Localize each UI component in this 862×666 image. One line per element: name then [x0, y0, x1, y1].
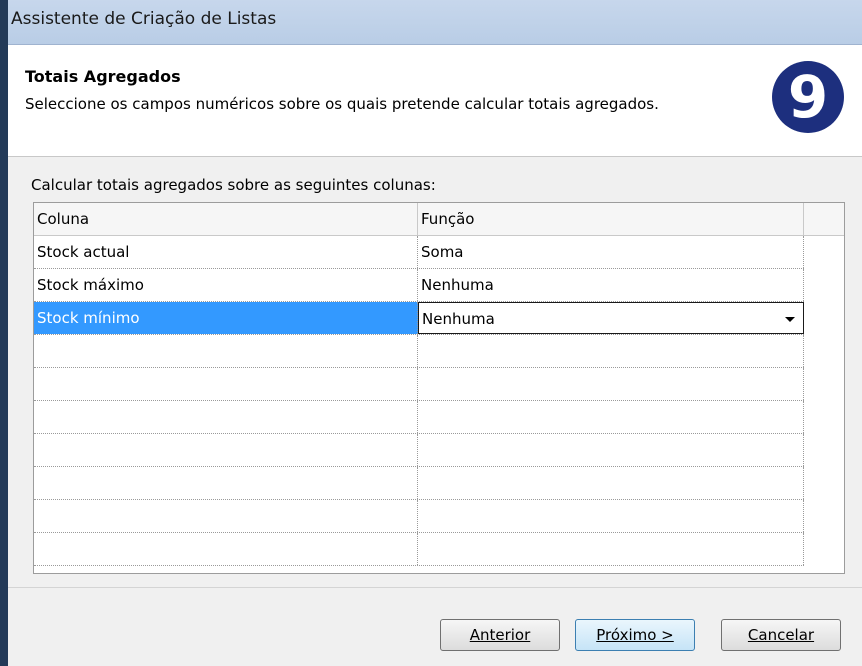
table-row-selected[interactable]: Stock mínimo Nenhuma [34, 302, 804, 335]
empty-row [34, 401, 804, 434]
empty-cell [34, 335, 418, 367]
funcao-dropdown-value: Nenhuma [422, 310, 495, 328]
empty-row [34, 368, 804, 401]
empty-cell [418, 467, 804, 499]
column-header-coluna[interactable]: Coluna [34, 203, 418, 235]
empty-cell [34, 434, 418, 466]
empty-cell [34, 467, 418, 499]
next-button[interactable]: Próximo > [575, 619, 695, 651]
wizard-body: Calcular totais agregados sobre as segui… [8, 157, 862, 666]
table-row[interactable]: Stock actual Soma [34, 236, 804, 269]
step-description: Seleccione os campos numéricos sobre os … [25, 95, 659, 113]
previous-button[interactable]: Anterior [440, 619, 560, 651]
funcao-cell[interactable]: Soma [418, 236, 804, 268]
aggregate-totals-grid[interactable]: Coluna Função Stock actual Soma Stock má… [33, 202, 845, 574]
cancel-button[interactable]: Cancelar [721, 619, 841, 651]
empty-cell [418, 368, 804, 400]
empty-cell [34, 401, 418, 433]
empty-cell [418, 434, 804, 466]
footer-divider [8, 587, 862, 588]
step-number-icon: 9 [772, 61, 844, 133]
funcao-dropdown[interactable]: Nenhuma [418, 302, 804, 334]
step-number-icon-graphic: 9 [773, 62, 843, 132]
coluna-cell[interactable]: Stock mínimo [34, 302, 418, 334]
window-title: Assistente de Criação de Listas [11, 9, 277, 29]
step-title: Totais Agregados [25, 67, 181, 86]
step-number-glyph: 9 [788, 63, 828, 131]
chevron-down-icon[interactable] [785, 317, 795, 322]
wizard-window: Assistente de Criação de Listas Totais A… [0, 0, 862, 666]
table-row[interactable]: Stock máximo Nenhuma [34, 269, 804, 302]
empty-cell [34, 533, 418, 565]
empty-cell [418, 500, 804, 532]
empty-row [34, 500, 804, 533]
empty-row [34, 467, 804, 500]
empty-cell [418, 401, 804, 433]
empty-row [34, 533, 804, 566]
empty-cell [34, 500, 418, 532]
funcao-cell[interactable]: Nenhuma [418, 269, 804, 301]
column-header-filler [804, 203, 844, 235]
coluna-cell[interactable]: Stock máximo [34, 269, 418, 301]
grid-label: Calcular totais agregados sobre as segui… [31, 176, 436, 194]
grid-rows: Stock actual Soma Stock máximo Nenhuma S… [34, 236, 804, 566]
grid-header: Coluna Função [34, 203, 844, 236]
wizard-header: Totais Agregados Seleccione os campos nu… [8, 45, 862, 157]
empty-row [34, 335, 804, 368]
column-header-funcao[interactable]: Função [418, 203, 804, 235]
empty-row [34, 434, 804, 467]
empty-cell [418, 533, 804, 565]
empty-cell [34, 368, 418, 400]
title-bar[interactable]: Assistente de Criação de Listas [8, 0, 862, 45]
empty-cell [418, 335, 804, 367]
coluna-cell[interactable]: Stock actual [34, 236, 418, 268]
